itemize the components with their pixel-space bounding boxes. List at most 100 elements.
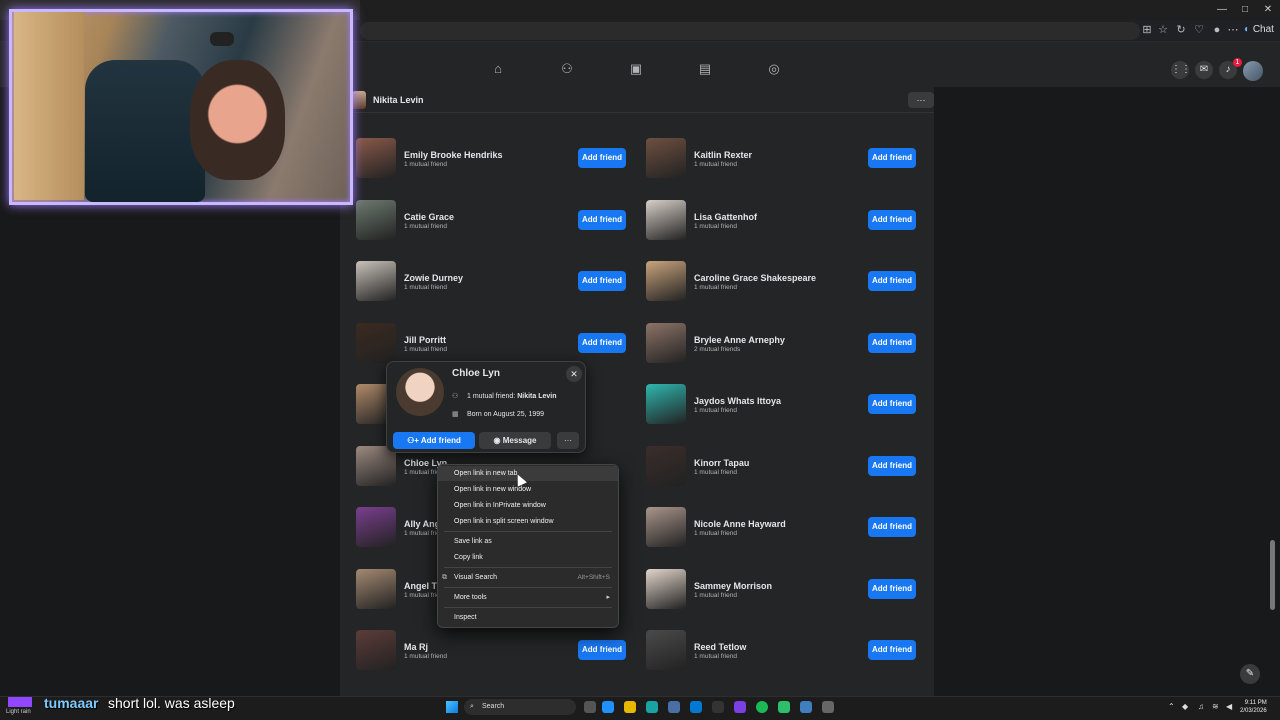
friend-name[interactable]: Nicole Anne Hayward bbox=[694, 519, 786, 529]
edge-icon[interactable] bbox=[646, 701, 658, 713]
menu-item-copy-link[interactable]: Copy link bbox=[438, 550, 618, 565]
mail-icon[interactable] bbox=[690, 701, 702, 713]
add-friend-button[interactable]: Add friend bbox=[578, 148, 626, 168]
add-friend-button[interactable]: Add friend bbox=[868, 517, 916, 537]
friend-photo[interactable] bbox=[646, 568, 686, 609]
friend-photo[interactable] bbox=[646, 199, 686, 240]
friend-photo[interactable] bbox=[356, 507, 396, 547]
discord-icon[interactable] bbox=[734, 701, 746, 713]
tray-chevron-icon[interactable]: ⌃ bbox=[1168, 702, 1175, 711]
friend-name[interactable]: Ma Rj bbox=[404, 642, 428, 652]
friend-name[interactable]: Brylee Anne Arnephy bbox=[694, 335, 785, 345]
friend-name[interactable]: Jill Porritt bbox=[404, 335, 446, 345]
widgets-icon[interactable] bbox=[602, 701, 614, 713]
friend-name[interactable]: Lisa Gattenhof bbox=[694, 212, 757, 222]
friend-photo[interactable] bbox=[356, 199, 396, 240]
tray-app-icon[interactable]: ◆ bbox=[1182, 702, 1188, 711]
profile-more-button[interactable]: ··· bbox=[908, 92, 934, 108]
hover-card-name[interactable]: Chloe Lyn bbox=[452, 368, 500, 379]
hover-card-message-button[interactable]: ◉ Message bbox=[479, 432, 551, 449]
friend-name[interactable]: Ally Ang bbox=[404, 519, 440, 529]
weather-widget[interactable]: Light rain bbox=[6, 709, 31, 715]
friend-photo[interactable] bbox=[646, 138, 686, 178]
add-friend-button[interactable]: Add friend bbox=[868, 271, 916, 291]
video-icon[interactable]: ▣ bbox=[629, 62, 643, 76]
store-icon[interactable] bbox=[668, 701, 680, 713]
app-icon[interactable] bbox=[800, 701, 812, 713]
friend-photo[interactable] bbox=[646, 384, 686, 424]
friend-name[interactable]: Kaitlin Rexter bbox=[694, 150, 752, 160]
windows-start-icon[interactable] bbox=[446, 701, 458, 713]
page-scrollbar[interactable] bbox=[1270, 540, 1275, 610]
marketplace-icon[interactable]: ▤ bbox=[698, 62, 712, 76]
gaming-icon[interactable]: ◎ bbox=[767, 62, 781, 76]
friend-photo[interactable] bbox=[646, 507, 686, 547]
menu-item-save-link[interactable]: Save link as bbox=[438, 534, 618, 549]
friend-photo[interactable] bbox=[356, 322, 396, 363]
add-friend-button[interactable]: Add friend bbox=[868, 394, 916, 414]
add-friend-button[interactable]: Add friend bbox=[578, 209, 626, 230]
copilot-chat-button[interactable]: ◐ Chat bbox=[1244, 22, 1274, 38]
friend-photo[interactable] bbox=[356, 261, 396, 301]
friend-photo[interactable] bbox=[356, 138, 396, 178]
compose-icon[interactable]: ✎ bbox=[1240, 664, 1260, 684]
app-icon[interactable] bbox=[712, 701, 724, 713]
more-menu-icon[interactable]: ⋯ bbox=[1226, 23, 1240, 37]
add-friend-button[interactable]: Add friend bbox=[868, 455, 916, 476]
friend-photo[interactable] bbox=[646, 445, 686, 486]
friend-name[interactable]: Kinorr Tapau bbox=[694, 458, 749, 468]
friend-name[interactable]: Zowie Durney bbox=[404, 273, 463, 283]
mutual-friend-name[interactable]: Nikita Levin bbox=[517, 393, 556, 400]
friend-photo[interactable] bbox=[646, 261, 686, 301]
friend-photo[interactable] bbox=[356, 568, 396, 609]
favorites-icon[interactable]: ♡ bbox=[1192, 23, 1206, 37]
app-icon[interactable] bbox=[778, 701, 790, 713]
profile-avatar[interactable] bbox=[352, 91, 366, 109]
menu-item-more-tools[interactable]: More tools ▸ bbox=[438, 590, 618, 605]
menu-item-open-new-tab[interactable]: Open link in new tab bbox=[438, 466, 618, 481]
profile-icon[interactable]: ● bbox=[1210, 23, 1224, 37]
read-aloud-icon[interactable]: ⊞ bbox=[1140, 23, 1154, 37]
menu-item-open-split-screen[interactable]: Open link in split screen window bbox=[438, 514, 618, 529]
settings-icon[interactable] bbox=[822, 701, 834, 713]
friend-name[interactable]: Reed Tetlow bbox=[694, 642, 746, 652]
friend-photo[interactable] bbox=[646, 322, 686, 363]
add-friend-button[interactable]: Add friend bbox=[868, 578, 916, 599]
friend-name[interactable]: Emily Brooke Hendriks bbox=[404, 150, 503, 160]
close-window-button[interactable]: ✕ bbox=[1261, 3, 1275, 17]
hover-card-add-friend-button[interactable]: ⚇+ Add friend bbox=[393, 432, 475, 449]
menu-item-open-inprivate[interactable]: Open link in InPrivate window bbox=[438, 498, 618, 513]
taskbar-search[interactable]: ⌕ Search bbox=[464, 699, 576, 715]
address-bar[interactable] bbox=[360, 22, 1140, 40]
add-friend-button[interactable]: Add friend bbox=[578, 332, 626, 353]
maximize-button[interactable]: □ bbox=[1238, 3, 1252, 17]
friend-photo[interactable] bbox=[646, 630, 686, 670]
profile-name[interactable]: Nikita Levin bbox=[373, 95, 424, 105]
add-friend-button[interactable]: Add friend bbox=[868, 640, 916, 660]
menu-item-inspect[interactable]: Inspect bbox=[438, 610, 618, 625]
friends-icon[interactable]: ⚇ bbox=[560, 62, 574, 76]
add-friend-button[interactable]: Add friend bbox=[868, 209, 916, 230]
wifi-icon[interactable]: ≋ bbox=[1212, 702, 1219, 711]
volume-icon[interactable]: ◀ bbox=[1226, 702, 1232, 711]
hover-card-avatar[interactable] bbox=[396, 368, 444, 416]
menu-item-visual-search[interactable]: ⧉ Visual Search Alt+Shift+S bbox=[438, 570, 618, 585]
hover-card-more-button[interactable]: ··· bbox=[557, 432, 579, 449]
friend-name[interactable]: Caroline Grace Shakespeare bbox=[694, 273, 816, 283]
friend-name[interactable]: Catie Grace bbox=[404, 212, 454, 222]
refresh-icon[interactable]: ↻ bbox=[1174, 23, 1188, 37]
grid-menu-icon[interactable]: ⋮⋮ bbox=[1171, 61, 1191, 79]
task-view-icon[interactable] bbox=[584, 701, 596, 713]
account-avatar[interactable] bbox=[1243, 61, 1263, 81]
minimize-button[interactable]: — bbox=[1215, 3, 1229, 17]
spotify-icon[interactable] bbox=[756, 701, 768, 713]
messenger-icon[interactable]: ✉ bbox=[1195, 61, 1213, 79]
menu-item-open-new-window[interactable]: Open link in new window bbox=[438, 482, 618, 497]
home-icon[interactable]: ⌂ bbox=[491, 62, 505, 76]
favorite-star-icon[interactable]: ☆ bbox=[1156, 23, 1170, 37]
tray-mic-icon[interactable]: ♫ bbox=[1198, 702, 1204, 711]
friend-name[interactable]: Angel T bbox=[404, 581, 437, 591]
add-friend-button[interactable]: Add friend bbox=[578, 640, 626, 660]
friend-photo[interactable] bbox=[356, 630, 396, 670]
add-friend-button[interactable]: Add friend bbox=[868, 332, 916, 353]
